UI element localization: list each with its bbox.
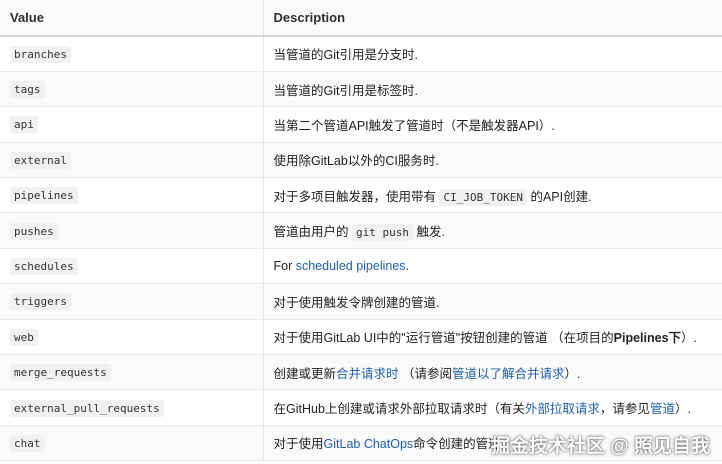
description-text: ）. [564,366,581,381]
pipelines-link[interactable]: 管道 [650,402,675,416]
value-cell: api [0,106,263,143]
value-cell: branches [0,36,263,72]
variables-table: Value Description branches 当管道的Git引用是分支时… [0,0,722,462]
watermark-text: 掘金技术社区 @ 照见自我 [490,436,710,457]
description-text: 对于使用 [273,437,324,452]
value-cell: web [0,319,263,356]
value-cell: chat [0,425,263,462]
value-cell: tags [0,71,263,108]
description-text: 管道由用户的 [273,225,352,240]
table-row: api 当第二个管道API触发了管道时（不是触发器API）. [0,106,722,143]
description-text: 在GitHub上创建或请求外部拉取请求时（有关 [273,402,525,417]
scheduled-pipelines-link[interactable]: scheduled pipelines [296,259,406,273]
description-cell: 管道由用户的 git push 触发. [262,212,722,249]
value-code: web [10,328,38,346]
description-text: 触发. [412,225,445,240]
table-row: external 使用除GitLab以外的CI服务时. [0,142,722,179]
external-pull-requests-link[interactable]: 外部拉取请求 [525,402,600,416]
value-code: pipelines [10,187,78,205]
value-code: merge_requests [10,364,111,382]
header-description: Description [262,0,722,37]
description-cell: 对于使用触发令牌创建的管道. [262,283,722,320]
description-cell: 使用除GitLab以外的CI服务时. [262,142,722,179]
table-row: triggers 对于使用触发令牌创建的管道. [0,283,722,320]
table-row: merge_requests 创建或更新合并请求时 （请参阅管道以了解合并请求）… [0,354,722,391]
value-cell: schedules [0,248,263,285]
table-row: web 对于使用GitLab UI中的"运行管道"按钮创建的管道 （在项目的Pi… [0,319,722,356]
inline-code: git push [351,224,413,242]
value-code: schedules [10,258,78,276]
description-cell: 当管道的Git引用是标签时. [262,71,722,108]
table-row: pipelines 对于多项目触发器，使用带有 CI_JOB_TOKEN 的AP… [0,177,722,214]
description-text: ，请参见 [599,402,650,417]
bold-text: Pipelines下 [613,331,682,346]
value-cell: pushes [0,212,263,249]
value-code: chat [10,434,45,452]
description-cell: 在GitHub上创建或请求外部拉取请求时（有关外部拉取请求，请参见管道）. [262,389,722,426]
description-text: 对于使用GitLab UI中的"运行管道"按钮创建的管道 （在项目的 [273,331,614,346]
value-cell: merge_requests [0,354,263,391]
description-cell: 对于多项目触发器，使用带有 CI_JOB_TOKEN 的API创建. [262,177,722,214]
description-text: （请参阅 [398,366,453,381]
description-text: 创建或更新 [273,366,337,381]
merge-requests-link[interactable]: 合并请求时 [336,367,399,381]
description-text: ）. [674,402,691,417]
table-row: branches 当管道的Git引用是分支时. [0,36,722,72]
table-row: tags 当管道的Git引用是标签时. [0,71,722,108]
value-cell: pipelines [0,177,263,214]
description-cell: 对于使用GitLab UI中的"运行管道"按钮创建的管道 （在项目的Pipeli… [262,319,722,356]
value-code: pushes [10,222,58,240]
description-text: For [273,259,296,274]
table-header-row: Value Description [0,0,722,37]
description-text: 对于多项目触发器，使用带有 [273,189,440,204]
description-text: 的API创建. [526,189,592,204]
table-row: schedules For scheduled pipelines. [0,248,722,285]
description-cell: 当管道的Git引用是分支时. [262,36,722,72]
description-text: . [405,259,410,274]
inline-code: CI_JOB_TOKEN [439,188,527,206]
description-cell: 当第二个管道API触发了管道时（不是触发器API）. [262,106,722,143]
table-row: pushes 管道由用户的 git push 触发. [0,212,722,249]
value-code: tags [10,81,45,99]
gitlab-chatops-link[interactable]: GitLab ChatOps [324,437,414,451]
value-cell: external [0,142,263,179]
header-value: Value [0,0,263,37]
value-code: branches [10,45,71,63]
value-code: triggers [10,293,71,311]
pipelines-for-merge-requests-link[interactable]: 管道以了解合并请求 [452,367,565,381]
value-code: external_pull_requests [10,399,164,417]
description-cell: For scheduled pipelines. [262,248,722,285]
value-code: external [10,151,71,169]
value-cell: triggers [0,283,263,320]
description-text: ）. [681,331,698,346]
description-cell: 创建或更新合并请求时 （请参阅管道以了解合并请求）. [262,354,722,391]
value-code: api [10,116,38,134]
table-row: external_pull_requests 在GitHub上创建或请求外部拉取… [0,389,722,426]
value-cell: external_pull_requests [0,389,263,426]
